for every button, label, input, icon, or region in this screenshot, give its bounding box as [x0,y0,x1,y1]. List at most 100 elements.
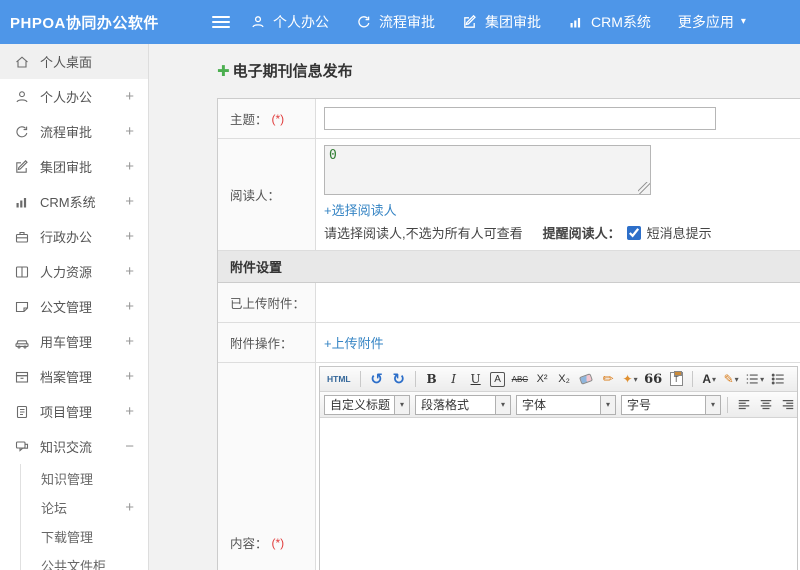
blockquote-button[interactable]: 66 [642,369,664,389]
unordered-list-icon[interactable] [768,369,788,389]
align-right-icon[interactable] [778,395,797,415]
subject-input[interactable] [324,107,716,130]
uploaded-label-cell: 已上传附件： [218,283,316,322]
font-style-button[interactable]: A [490,371,506,387]
sidebar-subitem-forum[interactable]: 论坛 + [21,493,148,522]
sidebar-item-group-approval[interactable]: 集团审批 + [0,149,148,184]
notebook-icon [14,404,30,420]
paragraph-select-value: 段落格式 [421,398,470,412]
strikethrough-button[interactable]: ABC [510,369,530,389]
sidebar-item-vehicle-mgmt[interactable]: 用车管理 + [0,324,148,359]
sidebar-item-admin-office[interactable]: 行政办公 + [0,219,148,254]
expand-toggle[interactable]: + [125,123,134,140]
sidebar-item-label: 公文管理 [40,300,93,315]
sidebar-item-knowledge-exchange[interactable]: 知识交流 − [0,429,148,464]
ordered-list-icon[interactable]: ▾ [743,369,766,389]
main-content: ✚ 电子期刊信息发布 主题： (*) 阅读人： 0 +选择阅读人 请选择阅读人,… [149,44,800,570]
sms-notify-checkbox[interactable] [626,225,641,240]
caret-down-icon: ▾ [394,395,409,414]
required-mark: (*) [271,111,285,126]
font-family-select[interactable]: 字体 ▾ [516,394,616,415]
caret-down-icon: ▾ [705,395,720,414]
expand-toggle[interactable]: + [125,88,134,105]
plus-icon: ✚ [217,62,230,80]
expand-toggle[interactable]: + [125,403,134,420]
sidebar-item-hr[interactable]: 人力资源 + [0,254,148,289]
font-size-select[interactable]: 字号 ▾ [621,394,721,415]
toolbar-separator [727,396,728,413]
sidebar-subitem-download-mgmt[interactable]: 下载管理 [21,522,148,551]
italic-button[interactable]: I [444,369,464,389]
paste-icon[interactable]: T [666,369,686,389]
required-mark: (*) [271,535,285,550]
sidebar-item-project-mgmt[interactable]: 项目管理 + [0,394,148,429]
highlight-color-button[interactable]: ✎ ▾ [721,369,741,389]
page-title-text: 电子期刊信息发布 [232,63,353,80]
expand-toggle[interactable]: + [125,158,134,175]
superscript-button[interactable]: X² [532,369,552,389]
sidebar-item-label: 行政办公 [40,230,93,245]
sidebar-item-document-mgmt[interactable]: 公文管理 + [0,289,148,324]
nav-label: 个人办公 [273,14,329,30]
format-brush-icon[interactable]: ✏ [598,369,618,389]
subject-field-cell [316,99,800,138]
publish-form: 主题： (*) 阅读人： 0 +选择阅读人 请选择阅读人,不选为所有人可查看 提… [217,98,800,570]
caret-down-icon: ▾ [633,374,638,384]
nav-item-workflow-approval[interactable]: 流程审批 [356,12,435,32]
font-color-button[interactable]: A ▾ [699,369,719,389]
hamburger-menu-icon[interactable] [212,13,230,31]
redo-icon[interactable]: ↻ [389,369,409,389]
nav-item-more-apps[interactable]: 更多应用 ▾ [678,12,746,32]
upload-attachment-link[interactable]: +上传附件 [324,333,384,352]
sidebar-item-crm[interactable]: CRM系统 + [0,184,148,219]
sidebar-subitem-knowledge-mgmt[interactable]: 知识管理 [21,464,148,493]
collapse-toggle[interactable]: − [125,438,134,455]
toolbar-separator [414,371,416,387]
editor-toolbar-row1: HTML ↺ ↻ B I U A ABC X² X₂ ✏ ✦ ▾ 66 T A … [320,367,797,392]
ops-label-cell: 附件操作： [218,323,316,362]
align-left-icon[interactable] [734,395,754,415]
content-field-cell: HTML ↺ ↻ B I U A ABC X² X₂ ✏ ✦ ▾ 66 T A … [316,363,800,570]
uploaded-attachments-label: 已上传附件： [230,297,306,311]
sidebar-item-archive-mgmt[interactable]: 档案管理 + [0,359,148,394]
subject-label-cell: 主题： (*) [218,99,316,138]
underline-button[interactable]: U [466,369,486,389]
eraser-icon[interactable] [576,369,596,389]
undo-icon[interactable]: ↺ [367,369,387,389]
expand-toggle[interactable]: + [125,298,134,315]
sidebar-item-label: 档案管理 [40,370,93,385]
auto-format-icon[interactable]: ✦ ▾ [620,369,640,389]
nav-item-personal-office[interactable]: 个人办公 [250,12,329,32]
sidebar-item-personal-office[interactable]: 个人办公 + [0,79,148,114]
heading-select-value: 自定义标题 [330,398,391,412]
cycle-icon [358,16,370,28]
expand-toggle[interactable]: + [125,333,134,350]
caret-down-icon: ▾ [760,374,765,384]
heading-style-select[interactable]: 自定义标题 ▾ [324,394,410,415]
bold-button[interactable]: B [422,369,442,389]
select-readers-link[interactable]: +选择阅读人 [324,200,397,219]
uploaded-attachments-row: 已上传附件： [218,283,800,323]
nav-item-group-approval[interactable]: 集团审批 [462,12,541,32]
subscript-button[interactable]: X₂ [554,369,574,389]
font-select-value: 字体 [522,398,547,412]
expand-toggle[interactable]: + [125,263,134,280]
html-source-button[interactable]: HTML [324,369,354,389]
paragraph-format-select[interactable]: 段落格式 ▾ [415,394,511,415]
nav-item-crm[interactable]: CRM系统 [568,12,651,32]
align-center-icon[interactable] [756,395,776,415]
readers-textarea[interactable]: 0 [324,145,651,195]
sidebar-item-workflow-approval[interactable]: 流程审批 + [0,114,148,149]
editor-content-area[interactable] [320,418,797,570]
wand-glyph: ✦ [622,372,633,386]
expand-toggle[interactable]: + [125,499,134,516]
expand-toggle[interactable]: + [125,228,134,245]
readers-field-cell: 0 +选择阅读人 请选择阅读人,不选为所有人可查看 提醒阅读人： 短消息提示 [316,139,800,250]
sidebar-item-personal-desktop[interactable]: 个人桌面 [0,44,148,79]
sidebar-subitem-public-file-cabinet[interactable]: 公共文件柜 [21,551,148,570]
sidebar-item-label: 个人桌面 [40,55,93,70]
nav-label: 流程审批 [379,14,435,30]
sidebar-item-label: 项目管理 [40,405,93,420]
expand-toggle[interactable]: + [125,368,134,385]
expand-toggle[interactable]: + [125,193,134,210]
